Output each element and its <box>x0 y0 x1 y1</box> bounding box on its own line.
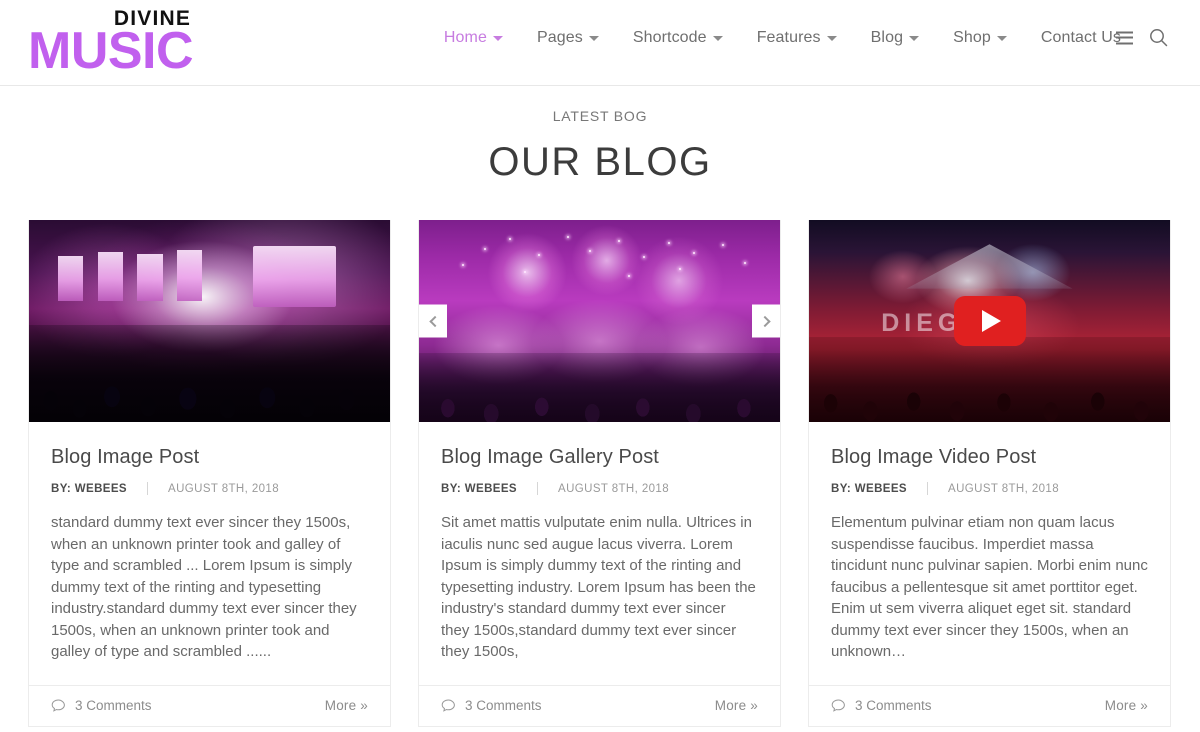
comments-count-label: 3 Comments <box>465 698 542 713</box>
post-thumbnail[interactable] <box>29 220 390 422</box>
nav-item-features[interactable]: Features <box>740 29 854 47</box>
site-logo[interactable]: DIVINE MUSIC <box>28 8 194 80</box>
stage-tent <box>906 244 1073 289</box>
page-title: OUR BLOG <box>488 140 712 184</box>
chevron-down-icon <box>492 36 503 41</box>
meta-divider <box>927 482 928 495</box>
chevron-down-icon <box>996 36 1007 41</box>
post-author: BY: WEBEES <box>441 482 517 495</box>
post-video-thumbnail[interactable]: DIEG <box>809 220 1170 422</box>
carousel-next-button[interactable] <box>752 304 780 338</box>
hamburger-bar <box>1116 42 1133 44</box>
chevron-down-icon <box>712 36 723 41</box>
nav-label: Pages <box>536 28 583 46</box>
post-date: AUGUST 8TH, 2018 <box>168 482 280 495</box>
fireworks-photo <box>419 220 780 422</box>
nav-label: Contact Us <box>1040 28 1121 46</box>
primary-navigation: Home Pages Shortcode Features Blog Shop … <box>427 28 1172 47</box>
read-more-link[interactable]: More » <box>1105 698 1148 713</box>
blog-card[interactable]: Blog Image Post BY: WEBEES AUGUST 8TH, 2… <box>28 220 391 727</box>
hamburger-icon[interactable] <box>1116 31 1133 44</box>
post-body: Blog Image Post BY: WEBEES AUGUST 8TH, 2… <box>29 422 390 685</box>
post-title[interactable]: Blog Image Video Post <box>831 445 1148 469</box>
comments-count-label: 3 Comments <box>75 698 152 713</box>
search-icon[interactable] <box>1145 28 1172 47</box>
nav-label: Home <box>443 28 487 46</box>
nav-item-shortcode[interactable]: Shortcode <box>616 29 740 47</box>
post-body: Blog Image Video Post BY: WEBEES AUGUST … <box>809 422 1170 685</box>
play-button[interactable] <box>953 296 1026 346</box>
blog-card[interactable]: Blog Image Gallery Post BY: WEBEES AUGUS… <box>418 220 781 727</box>
chevron-down-icon <box>826 36 837 41</box>
read-more-link[interactable]: More » <box>715 698 758 713</box>
comments-link[interactable]: 3 Comments <box>831 698 932 713</box>
read-more-link[interactable]: More » <box>325 698 368 713</box>
nav-label: Shortcode <box>632 28 707 46</box>
post-gallery-carousel[interactable] <box>419 220 780 422</box>
chevron-left-icon <box>428 315 441 327</box>
nav-label: Blog <box>870 28 904 46</box>
stage-marquee-text: DIEG <box>881 308 963 337</box>
blog-card[interactable]: DIEG Blog Image Video Post BY: WEBEES AU… <box>808 220 1171 727</box>
concert-photo <box>29 220 390 422</box>
hamburger-bar <box>1116 31 1133 33</box>
post-excerpt: Sit amet mattis vulputate enim nulla. Ul… <box>441 514 756 660</box>
nav-item-shop[interactable]: Shop <box>936 29 1024 47</box>
chevron-down-icon <box>909 36 920 41</box>
post-body: Blog Image Gallery Post BY: WEBEES AUGUS… <box>419 422 780 685</box>
logo-bottom-word: MUSIC <box>28 22 194 80</box>
post-footer: 3 Comments More » <box>809 684 1170 726</box>
nav-label: Shop <box>953 28 991 46</box>
chevron-right-icon <box>758 315 771 327</box>
hamburger-bar <box>1116 36 1133 39</box>
nav-item-contact-us[interactable]: Contact Us <box>1024 28 1133 47</box>
comments-link[interactable]: 3 Comments <box>441 698 542 713</box>
post-excerpt: standard dummy text ever sincer they 150… <box>51 514 357 660</box>
post-excerpt: Elementum pulvinar etiam non quam lacus … <box>831 514 1148 660</box>
play-icon <box>982 310 1001 332</box>
nav-item-blog[interactable]: Blog <box>854 29 936 47</box>
post-date: AUGUST 8TH, 2018 <box>558 482 670 495</box>
post-meta: BY: WEBEES AUGUST 8TH, 2018 <box>441 482 758 495</box>
carousel-prev-button[interactable] <box>419 304 447 338</box>
post-footer: 3 Comments More » <box>29 684 390 726</box>
site-header: DIVINE MUSIC Home Pages Shortcode Featur… <box>0 0 1200 86</box>
post-title[interactable]: Blog Image Post <box>51 445 368 469</box>
nav-item-home[interactable]: Home <box>427 29 520 47</box>
post-author: BY: WEBEES <box>51 482 127 495</box>
post-meta: BY: WEBEES AUGUST 8TH, 2018 <box>831 482 1148 495</box>
comment-bubble-icon <box>441 698 455 712</box>
nav-item-pages[interactable]: Pages <box>520 29 616 47</box>
meta-divider <box>537 482 538 495</box>
chevron-down-icon <box>588 36 599 41</box>
post-author: BY: WEBEES <box>831 482 907 495</box>
blog-post-grid: Blog Image Post BY: WEBEES AUGUST 8TH, 2… <box>0 220 1200 727</box>
comment-bubble-icon <box>51 698 65 712</box>
post-date: AUGUST 8TH, 2018 <box>948 482 1060 495</box>
comment-bubble-icon <box>831 698 845 712</box>
post-meta: BY: WEBEES AUGUST 8TH, 2018 <box>51 482 368 495</box>
meta-divider <box>147 482 148 495</box>
nav-label: Features <box>756 28 821 46</box>
comments-link[interactable]: 3 Comments <box>51 698 152 713</box>
post-title[interactable]: Blog Image Gallery Post <box>441 445 758 469</box>
section-eyebrow: LATEST BOG <box>552 108 648 124</box>
post-footer: 3 Comments More » <box>419 684 780 726</box>
section-header: LATEST BOG OUR BLOG <box>0 86 1200 185</box>
comments-count-label: 3 Comments <box>855 698 932 713</box>
